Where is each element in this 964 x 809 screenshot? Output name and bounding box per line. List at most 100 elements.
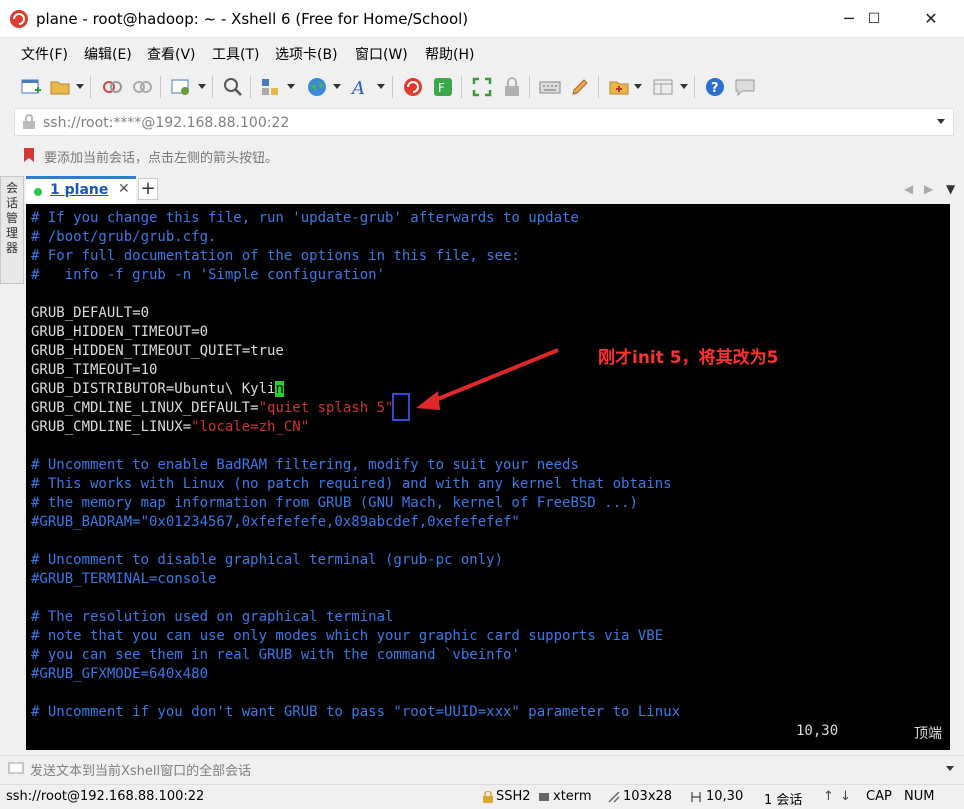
chevron-down-icon[interactable] [287,84,295,89]
menu-view[interactable]: 查看(V) [147,44,196,64]
resize-icon [608,791,620,803]
scrollbar[interactable] [950,204,964,750]
status-term: xterm [553,789,592,804]
chevron-down-icon[interactable] [634,84,642,89]
address-bar[interactable]: ssh://root:****@192.168.88.100:22 [14,108,954,136]
status-sessions: 1 会话 [764,793,803,808]
close-button[interactable]: ✕ [908,0,954,38]
hint-text: 要添加当前会话，点击左侧的箭头按钮。 [44,151,279,166]
chevron-down-icon[interactable] [946,766,954,771]
terminal-text-segment: GRUB_CMDLINE_LINUX= [31,419,192,435]
keyboard-icon[interactable] [539,76,561,98]
scroll-right-icon[interactable]: ▶ [924,182,933,196]
terminal-line: # If you change this file, run 'update-g… [31,209,680,228]
properties-icon[interactable] [170,76,192,98]
maximize-button[interactable]: ☐ [851,0,897,38]
svg-text:A: A [350,78,365,98]
chevron-down-icon[interactable] [198,84,206,89]
chevron-down-icon[interactable] [333,84,341,89]
lock-icon[interactable] [501,76,523,98]
font-icon[interactable]: A [350,76,372,98]
toolbar-divider [212,76,213,98]
chevron-down-icon[interactable] [680,84,688,89]
send-input[interactable]: 发送文本到当前Xshell窗口的全部会话 [30,760,251,779]
chevron-down-icon[interactable] [937,119,945,124]
transfer-icon[interactable] [259,76,281,98]
status-connection: ssh://root@192.168.88.100:22 [6,789,205,804]
toolbar: A F ? [0,68,964,106]
tab-bar: 1 plane ✕ + ◀ ▶ ▼ [26,176,964,204]
session-manager-tab[interactable]: 会话管理器 [0,176,24,284]
chat-icon[interactable] [734,76,756,98]
terminal-type-icon [539,793,549,801]
terminal-line: GRUB_CMDLINE_LINUX="locale=zh_CN" [31,418,680,437]
xshell-icon[interactable] [402,76,424,98]
highlight-icon[interactable] [569,76,591,98]
terminal-text-segment: GRUB_HIDDEN_TIMEOUT=0 [31,324,209,340]
disconnect-icon[interactable] [131,76,153,98]
cursor-position: 10,30 [796,723,839,739]
terminal-line: # the memory map information from GRUB (… [31,494,680,513]
connected-status-icon [34,188,42,196]
terminal[interactable]: # If you change this file, run 'update-g… [26,204,950,750]
terminal-text-segment: # If you change this file, run 'update-g… [31,210,579,226]
status-protocol: SSH2 [496,789,531,804]
menu-edit[interactable]: 编辑(E) [84,44,132,64]
menu-window[interactable]: 窗口(W) [355,44,408,64]
new-session-icon[interactable] [20,76,42,98]
annotation-highlight-box [392,393,410,421]
terminal-line: # Uncomment to enable BadRAM filtering, … [31,456,680,475]
menu-help[interactable]: 帮助(H) [425,44,474,64]
globe-icon[interactable] [306,76,328,98]
terminal-text-segment: # info -f grub -n 'Simple configuration' [31,267,386,283]
xshell-logo-icon [10,10,28,28]
close-tab-button[interactable]: ✕ [118,181,130,197]
terminal-line: # Uncomment if you don't want GRUB to pa… [31,703,680,722]
tab-menu-icon[interactable]: ▼ [946,182,955,196]
terminal-text-segment: #GRUB_TERMINAL=console [31,571,217,587]
search-icon[interactable] [222,76,244,98]
tab-plane[interactable]: 1 plane ✕ [26,176,136,204]
tab-label: 1 plane [50,182,109,198]
add-folder-icon[interactable] [608,76,630,98]
terminal-line: GRUB_DISTRIBUTOR=Ubuntu\ Kylin [31,380,680,399]
bookmark-icon[interactable] [22,147,36,163]
new-tab-button[interactable]: + [138,178,158,200]
terminal-line: # note that you can use only modes which… [31,627,680,646]
terminal-text-segment: # This works with Linux (no patch requir… [31,476,672,492]
download-icon[interactable]: ↓ [840,789,851,804]
open-folder-icon[interactable] [49,76,71,98]
address-input[interactable]: ssh://root:****@192.168.88.100:22 [43,115,289,131]
window-title: plane - root@hadoop: ~ - Xshell 6 (Free … [36,10,469,28]
scroll-left-icon[interactable]: ◀ [904,182,913,196]
menu-bar: 文件(F) 编辑(E) 查看(V) 工具(T) 选项卡(B) 窗口(W) 帮助(… [0,38,964,68]
terminal-text-segment: # the memory map information from GRUB (… [31,495,638,511]
terminal-text-segment: #GRUB_BADRAM="0x01234567,0xfefefefe,0x89… [31,514,520,530]
terminal-line: # you can see them in real GRUB with the… [31,646,680,665]
terminal-line: # Uncomment to disable graphical termina… [31,551,680,570]
upload-icon[interactable]: ↑ [823,789,834,804]
help-icon[interactable]: ? [704,76,726,98]
fullscreen-icon[interactable] [471,76,493,98]
layout-icon[interactable] [652,76,674,98]
status-num: NUM [904,789,935,804]
connect-icon[interactable] [101,76,123,98]
terminal-text: # If you change this file, run 'update-g… [31,209,680,722]
chevron-down-icon[interactable] [377,84,385,89]
menu-tools[interactable]: 工具(T) [212,44,259,64]
send-bar[interactable]: 发送文本到当前Xshell窗口的全部会话 [0,755,964,781]
terminal-line: GRUB_HIDDEN_TIMEOUT=0 [31,323,680,342]
chevron-down-icon[interactable] [76,84,84,89]
title-bar: plane - root@hadoop: ~ - Xshell 6 (Free … [0,0,964,38]
terminal-text-segment: GRUB_DEFAULT=0 [31,305,150,321]
menu-file[interactable]: 文件(F) [21,44,68,64]
xftp-icon[interactable]: F [432,76,454,98]
session-manager-label: 会话管理器 [6,181,19,255]
toolbar-divider [694,76,695,98]
menu-tabs[interactable]: 选项卡(B) [275,44,338,64]
terminal-text-segment: # note that you can use only modes which… [31,628,664,644]
svg-text:?: ? [711,81,719,96]
